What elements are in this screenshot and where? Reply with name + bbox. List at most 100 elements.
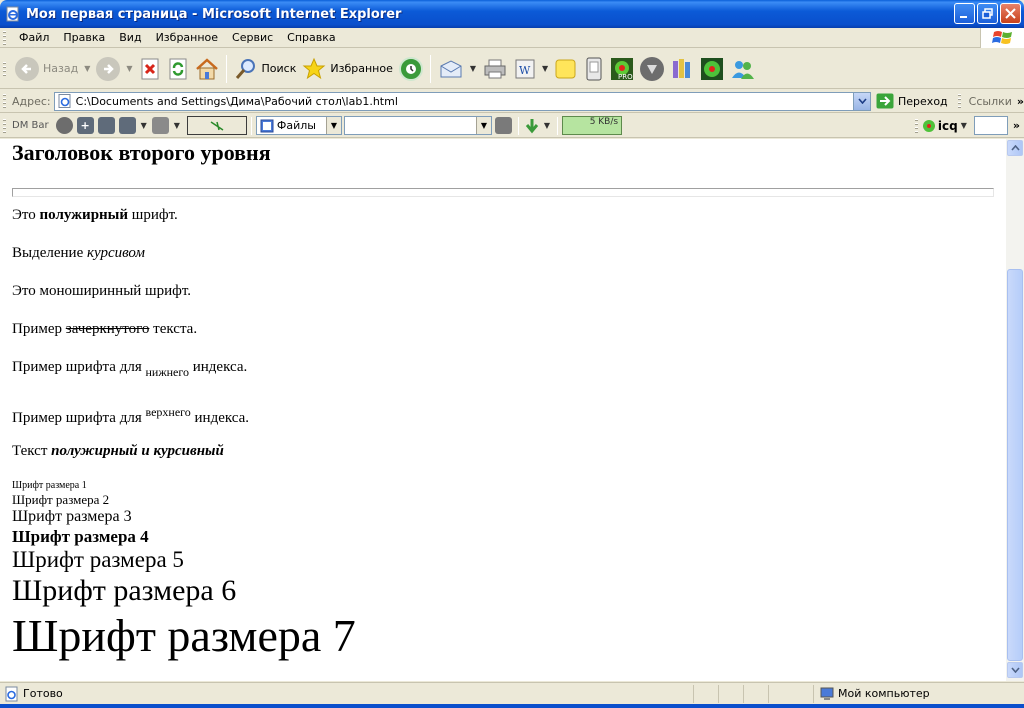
forward-dropdown-icon[interactable]: ▼: [126, 64, 132, 73]
edit-word-button[interactable]: W: [511, 53, 539, 85]
dm-search-dropdown-icon[interactable]: ▼: [475, 117, 491, 134]
back-label: Назад: [43, 62, 79, 75]
minimize-button[interactable]: [954, 3, 975, 24]
bold-text-line: Это полужирный шрифт.: [12, 207, 178, 223]
address-dropdown-icon[interactable]: [853, 92, 871, 110]
dm-link-icon: [210, 120, 224, 131]
dm-add-icon[interactable]: +: [76, 117, 94, 134]
search-button[interactable]: Поиск: [231, 53, 300, 85]
dm-link-field[interactable]: [186, 116, 247, 135]
toolbar-grip[interactable]: [3, 118, 6, 133]
security-zone[interactable]: Мой компьютер: [813, 684, 1024, 703]
discuss-button[interactable]: [551, 53, 581, 85]
svg-text:PRO: PRO: [618, 73, 633, 81]
page-icon: [58, 94, 71, 108]
dm-settings-icon[interactable]: [151, 117, 169, 134]
word-icon: W: [515, 59, 535, 78]
font-size-5-text: Шрифт размера 5: [12, 547, 184, 572]
menu-view[interactable]: Вид: [112, 31, 148, 44]
dm-settings-dropdown-icon[interactable]: ▼: [174, 121, 180, 130]
page-heading: Заголовок второго уровня: [12, 140, 271, 165]
download-speed-meter: 5 KB/s: [562, 116, 623, 135]
toolbar-grip[interactable]: [957, 94, 961, 108]
dm-home-icon[interactable]: [118, 117, 136, 134]
svg-text:W: W: [519, 64, 531, 77]
font-size-4-text: Шрифт размера 4: [12, 527, 149, 546]
status-cell: [743, 684, 768, 703]
history-icon: [398, 56, 423, 81]
page-status-icon: [5, 686, 18, 701]
print-button[interactable]: [479, 53, 511, 85]
home-icon: [195, 57, 218, 79]
address-bar: Адрес: C:\Documents and Settings\Дима\Ра…: [0, 90, 1024, 113]
dm-globe-icon[interactable]: [55, 117, 73, 134]
menu-help[interactable]: Справка: [280, 31, 342, 44]
forward-button[interactable]: [93, 53, 123, 85]
dm-search-icon[interactable]: [494, 117, 512, 134]
toolbar-grip[interactable]: [3, 94, 6, 108]
files-select[interactable]: Файлы ▼: [255, 116, 342, 135]
dm-search-input[interactable]: ▼: [343, 116, 492, 135]
icq-button[interactable]: [697, 53, 727, 85]
go-button[interactable]: Переход: [876, 93, 948, 109]
maximize-button[interactable]: [977, 3, 998, 24]
chevron-right-icon[interactable]: »: [1013, 119, 1020, 132]
toolbar-grip[interactable]: [3, 61, 6, 76]
messenger-users-icon: [732, 60, 755, 79]
scroll-down-button[interactable]: [1007, 662, 1023, 678]
dm-windows-icon[interactable]: [97, 117, 115, 134]
icq-input[interactable]: [973, 116, 1008, 135]
icq-dropdown-icon[interactable]: ▼: [961, 121, 967, 130]
scroll-thumb[interactable]: [1007, 269, 1023, 661]
window-bottom-border: [0, 704, 1024, 708]
toolbar-grip[interactable]: [914, 118, 918, 133]
links-label[interactable]: Ссылки: [969, 95, 1012, 108]
close-button[interactable]: [1000, 3, 1021, 24]
favorites-button[interactable]: Избранное: [299, 53, 395, 85]
font-size-1-text: Шрифт размера 1: [12, 480, 87, 491]
status-cell: [718, 684, 743, 703]
icq-pro-button[interactable]: PRO: [607, 53, 637, 85]
menu-tools[interactable]: Сервис: [225, 31, 280, 44]
download-arrow-icon[interactable]: [523, 117, 541, 135]
menu-file[interactable]: Файл: [12, 31, 56, 44]
shield-button[interactable]: [637, 53, 667, 85]
search-icon: [235, 58, 255, 79]
back-button[interactable]: Назад: [12, 53, 81, 85]
mail-button[interactable]: [435, 53, 467, 85]
title-bar[interactable]: Моя первая страница - Microsoft Internet…: [0, 0, 1024, 28]
scroll-up-button[interactable]: [1007, 140, 1023, 156]
history-button[interactable]: [396, 53, 426, 85]
menu-favorites[interactable]: Избранное: [149, 31, 225, 44]
vertical-scrollbar[interactable]: [1006, 139, 1024, 681]
icq-toolbar-button[interactable]: icq: [922, 119, 958, 133]
files-label: Файлы: [276, 119, 316, 132]
stop-icon: [141, 58, 159, 79]
menu-bar: Файл Правка Вид Избранное Сервис Справка: [0, 28, 1024, 48]
search-label: Поиск: [261, 62, 297, 75]
download-dropdown-icon[interactable]: ▼: [544, 121, 550, 130]
files-dropdown-icon[interactable]: ▼: [325, 117, 341, 134]
refresh-button[interactable]: [164, 53, 192, 85]
back-arrow-icon: [15, 56, 39, 81]
edit-dropdown-icon[interactable]: ▼: [542, 64, 548, 73]
icq-small-icon: [922, 119, 935, 132]
address-input[interactable]: C:\Documents and Settings\Дима\Рабочий с…: [53, 91, 872, 111]
toolbar-grip[interactable]: [3, 30, 6, 45]
zone-label: Мой компьютер: [838, 687, 930, 700]
chevron-right-icon[interactable]: »: [1017, 95, 1024, 108]
chevron-up-icon: [1010, 145, 1020, 151]
font-size-3-text: Шрифт размера 3: [12, 508, 132, 525]
menu-edit[interactable]: Правка: [56, 31, 112, 44]
research-button[interactable]: [667, 53, 697, 85]
back-dropdown-icon[interactable]: ▼: [84, 64, 90, 73]
window-title: Моя первая страница - Microsoft Internet…: [26, 6, 402, 22]
messenger-button[interactable]: [727, 53, 759, 85]
dm-home-dropdown-icon[interactable]: ▼: [141, 121, 147, 130]
status-cell: [768, 684, 813, 703]
messenger-device-button[interactable]: [581, 53, 607, 85]
home-button[interactable]: [192, 53, 222, 85]
strike-text-line: Пример зачеркнутого текста.: [12, 321, 198, 337]
mail-dropdown-icon[interactable]: ▼: [470, 64, 476, 73]
stop-button[interactable]: [136, 53, 164, 85]
